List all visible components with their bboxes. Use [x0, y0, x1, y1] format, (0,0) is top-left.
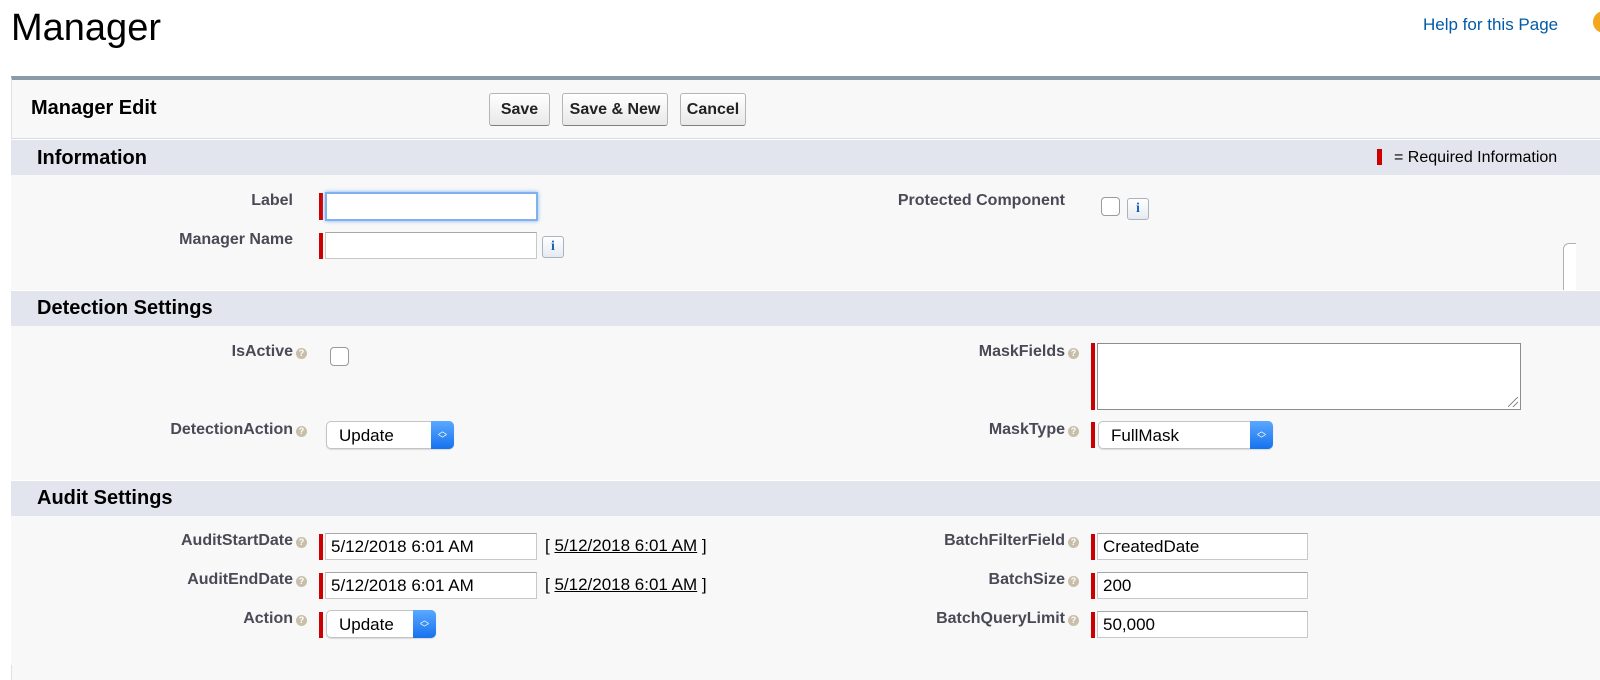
- detection-action-select[interactable]: Update ︿ ﹀: [326, 421, 454, 449]
- section-header-audit: [11, 480, 1600, 517]
- audit-end-date-input[interactable]: [325, 572, 537, 599]
- mask-type-select[interactable]: FullMask ︿ ﹀: [1098, 421, 1273, 449]
- manager-name-input[interactable]: [325, 232, 537, 259]
- required-marker: [319, 573, 323, 599]
- required-marker: [1091, 534, 1095, 560]
- chevron-up-down-icon: ︿ ﹀: [1250, 421, 1273, 449]
- required-legend-marker: [1377, 149, 1382, 165]
- help-bubble-icon[interactable]: ?: [296, 576, 307, 587]
- section-title-detection: Detection Settings: [37, 297, 213, 319]
- action-select[interactable]: Update ︿ ﹀: [326, 610, 436, 638]
- mask-type-value: FullMask: [1111, 426, 1180, 445]
- required-marker: [319, 193, 323, 220]
- section-header-detection: [11, 290, 1600, 327]
- required-marker: [1091, 422, 1095, 448]
- batch-size-label: BatchSize: [988, 571, 1065, 588]
- section-title-audit: Audit Settings: [37, 487, 173, 509]
- help-bubble-icon[interactable]: ?: [296, 426, 307, 437]
- action-value: Update: [339, 615, 394, 634]
- help-bubble-icon[interactable]: ?: [1068, 348, 1079, 359]
- audit-start-date-input[interactable]: [325, 533, 537, 560]
- help-bubble-icon[interactable]: ?: [296, 615, 307, 626]
- manager-name-label: Manager Name: [179, 231, 293, 248]
- audit-start-date-today-link[interactable]: 5/12/2018 6:01 AM: [554, 536, 697, 555]
- help-orb-icon[interactable]: [1593, 11, 1600, 33]
- section-header-information: [11, 139, 1600, 176]
- edit-panel-title: Manager Edit: [31, 97, 157, 119]
- protected-component-label: Protected Component: [897, 192, 1065, 209]
- required-legend: = Required Information: [1394, 149, 1558, 166]
- batch-query-limit-input[interactable]: [1097, 611, 1308, 638]
- help-bubble-icon[interactable]: ?: [1068, 615, 1079, 626]
- action-label: Action: [243, 610, 293, 627]
- cancel-button[interactable]: Cancel: [680, 93, 746, 126]
- required-marker: [319, 534, 323, 560]
- help-bubble-icon[interactable]: ?: [1068, 426, 1079, 437]
- required-marker: [1091, 343, 1095, 410]
- chevron-up-down-icon: ︿ ﹀: [431, 421, 454, 449]
- batch-filter-field-label: BatchFilterField: [944, 532, 1065, 549]
- audit-start-date-today: [ 5/12/2018 6:01 AM ]: [545, 536, 707, 555]
- mask-type-label: MaskType: [988, 421, 1065, 438]
- audit-end-date-label: AuditEndDate: [187, 571, 293, 588]
- required-marker: [1091, 573, 1095, 599]
- required-marker: [319, 612, 323, 638]
- is-active-checkbox[interactable]: [330, 347, 349, 366]
- detection-action-value: Update: [339, 426, 394, 445]
- help-bubble-icon[interactable]: ?: [1068, 576, 1079, 587]
- info-icon[interactable]: i: [542, 236, 564, 258]
- is-active-label: IsActive: [231, 343, 293, 360]
- help-link[interactable]: Help for this Page: [1423, 15, 1558, 35]
- audit-end-date-today: [ 5/12/2018 6:01 AM ]: [545, 575, 707, 594]
- detection-action-label: DetectionAction: [170, 421, 293, 438]
- required-marker: [319, 233, 323, 259]
- help-bubble-icon[interactable]: ?: [1068, 537, 1079, 548]
- audit-start-date-label: AuditStartDate: [180, 532, 293, 549]
- chevron-up-down-icon: ︿ ﹀: [413, 610, 436, 638]
- section-title-information: Information: [37, 147, 147, 169]
- mask-fields-label: MaskFields: [978, 343, 1065, 360]
- info-icon[interactable]: i: [1127, 198, 1149, 220]
- page-title: Manager: [11, 7, 161, 49]
- batch-query-limit-label: BatchQueryLimit: [936, 610, 1065, 627]
- batch-filter-field-input[interactable]: [1097, 533, 1308, 560]
- batch-size-input[interactable]: [1097, 572, 1308, 599]
- save-and-new-button[interactable]: Save & New: [562, 93, 668, 126]
- label-input[interactable]: [325, 192, 538, 221]
- help-bubble-icon[interactable]: ?: [296, 537, 307, 548]
- required-marker: [1091, 612, 1095, 638]
- mask-fields-textarea[interactable]: [1097, 343, 1521, 410]
- help-bubble-icon[interactable]: ?: [296, 348, 307, 359]
- resize-grip-icon[interactable]: [1508, 397, 1518, 407]
- protected-component-checkbox[interactable]: [1101, 197, 1120, 216]
- audit-end-date-today-link[interactable]: 5/12/2018 6:01 AM: [554, 575, 697, 594]
- label-field-label: Label: [251, 192, 293, 209]
- save-button[interactable]: Save: [489, 93, 550, 126]
